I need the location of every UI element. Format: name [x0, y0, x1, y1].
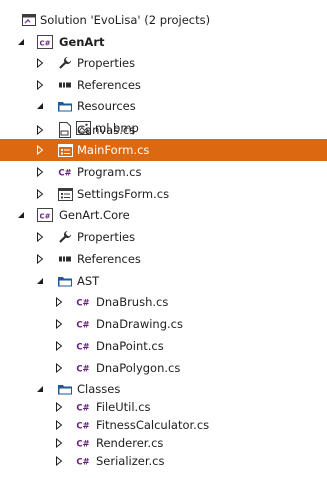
user-control-file-icon	[56, 119, 74, 141]
expand-arrow-icon[interactable]	[53, 335, 65, 357]
tree-node-file-dnadrawing[interactable]: C# DnaDrawing.cs	[0, 313, 327, 335]
tree-node-label: Serializer.cs	[96, 454, 165, 468]
tree-node-file-dnapolygon[interactable]: C# DnaPolygon.cs	[0, 357, 327, 379]
csharp-file-icon: C#	[74, 357, 92, 379]
csharp-file-icon: C#	[74, 291, 92, 313]
expand-arrow-icon[interactable]	[34, 139, 46, 161]
csharp-file-icon: C#	[56, 161, 74, 183]
project-name: GenArt.Core	[59, 208, 130, 222]
tree-node-file-mainform[interactable]: MainForm.cs	[0, 139, 327, 161]
tree-node-label: SettingsForm.cs	[77, 187, 170, 201]
tree-node-file-program[interactable]: C# Program.cs	[0, 161, 327, 183]
csharp-file-icon: C#	[74, 335, 92, 357]
tree-node-label: References	[77, 252, 141, 266]
tree-node-properties[interactable]: Properties	[0, 226, 327, 248]
collapse-arrow-icon[interactable]	[15, 204, 27, 226]
svg-text:C#: C#	[76, 299, 89, 309]
expand-arrow-icon[interactable]	[34, 226, 46, 248]
tree-node-label: Properties	[77, 230, 136, 244]
svg-text:C#: C#	[58, 169, 71, 179]
tree-node-label: AST	[77, 274, 100, 288]
svg-text:C#: C#	[76, 321, 89, 331]
tree-node-references[interactable]: References	[0, 248, 327, 270]
folder-open-icon	[56, 270, 74, 292]
tree-node-file-canvas[interactable]: Canvas.cs	[0, 119, 327, 141]
expand-arrow-icon[interactable]	[34, 248, 46, 270]
tree-node-file-dnapoint[interactable]: C# DnaPoint.cs	[0, 335, 327, 357]
csharp-file-icon: C#	[74, 450, 92, 472]
tree-node-folder-ast[interactable]: AST	[0, 270, 327, 292]
tree-node-label: Program.cs	[77, 165, 142, 179]
csharp-project-icon: C#	[36, 204, 54, 226]
csharp-file-icon: C#	[74, 313, 92, 335]
tree-node-file-settingsform[interactable]: SettingsForm.cs	[0, 183, 327, 205]
form-file-icon	[56, 139, 74, 161]
expand-arrow-icon[interactable]	[53, 450, 65, 472]
references-icon	[56, 248, 74, 270]
collapse-arrow-icon[interactable]	[34, 270, 46, 292]
svg-text:C#: C#	[76, 440, 89, 450]
svg-text:C#: C#	[76, 458, 89, 468]
tree-node-label: MainForm.cs	[77, 143, 150, 157]
tree-node-file-dnabrush[interactable]: C# DnaBrush.cs	[0, 291, 327, 313]
expand-arrow-icon[interactable]	[53, 357, 65, 379]
tree-node-label: DnaDrawing.cs	[96, 317, 183, 331]
form-file-icon	[56, 183, 74, 205]
solution-explorer-content: Canvas.cs MainForm.cs C# Program.cs Sett…	[0, 0, 327, 478]
svg-text:C#: C#	[76, 422, 89, 432]
tree-node-project-genart-core[interactable]: C# GenArt.Core	[0, 204, 327, 226]
tree-node-label: Canvas.cs	[77, 123, 136, 137]
tree-node-label: DnaPoint.cs	[96, 339, 164, 353]
svg-text:C#: C#	[76, 404, 89, 414]
svg-text:C#: C#	[39, 213, 50, 221]
svg-text:C#: C#	[76, 365, 89, 375]
wrench-icon	[56, 226, 74, 248]
tree-node-label: DnaBrush.cs	[96, 295, 169, 309]
expand-arrow-icon[interactable]	[34, 161, 46, 183]
expand-arrow-icon[interactable]	[53, 291, 65, 313]
tree-node-label: DnaPolygon.cs	[96, 361, 181, 375]
svg-text:C#: C#	[76, 343, 89, 353]
expand-arrow-icon[interactable]	[53, 313, 65, 335]
expand-arrow-icon[interactable]	[34, 119, 46, 141]
tree-node-file-serializer[interactable]: C# Serializer.cs	[0, 450, 327, 472]
expand-arrow-icon[interactable]	[34, 183, 46, 205]
